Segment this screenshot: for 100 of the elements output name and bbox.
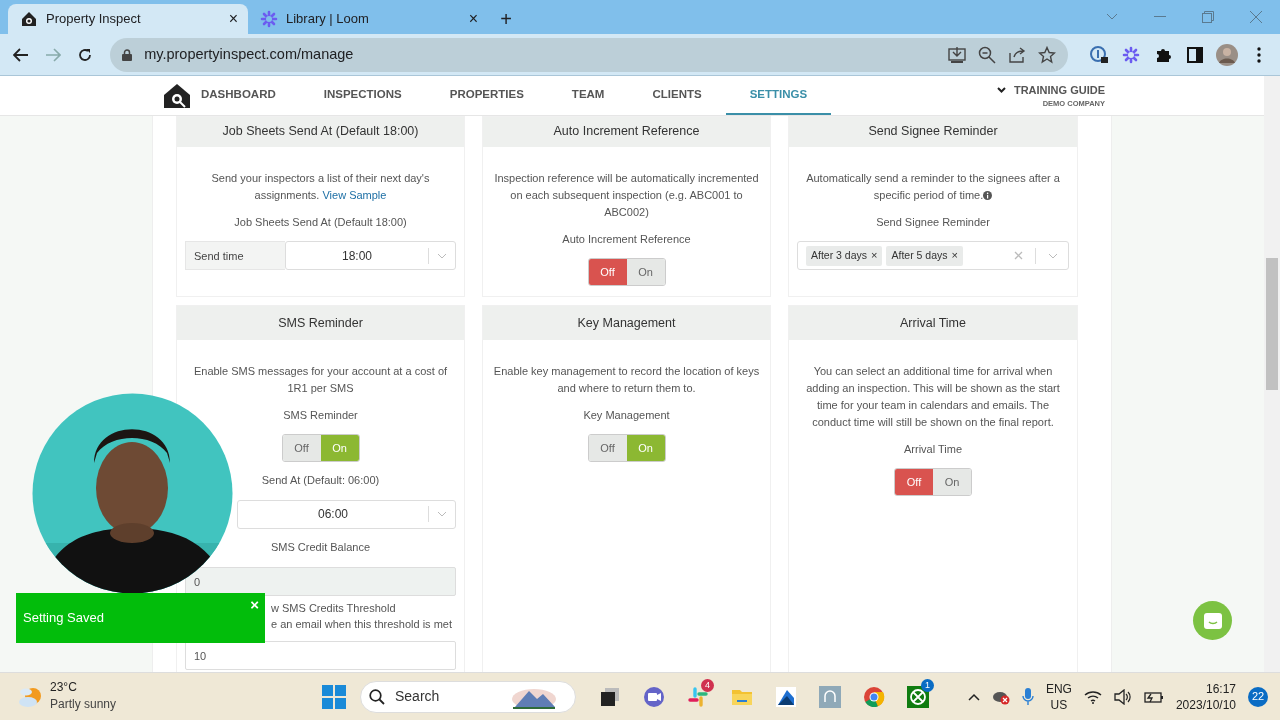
text-input[interactable]: 10 — [185, 641, 456, 671]
toggle-switch[interactable]: Off On — [894, 468, 972, 497]
browser-tab[interactable]: Library | Loom × — [248, 4, 488, 34]
share-icon[interactable] — [1008, 45, 1027, 64]
remove-tag-button[interactable]: × — [951, 250, 958, 262]
address-bar[interactable]: my.propertyinspect.com/manage — [110, 37, 1069, 72]
asterisk-icon — [260, 10, 278, 28]
description: You can select an additional time for arrival when adding an inspection. This will be shown as the start time for your team in calendars and emails. The conduct time will still be shown on the final report. — [806, 364, 1060, 428]
password-icon[interactable] — [1088, 44, 1109, 65]
nav-link[interactable]: CLIENTS — [628, 76, 726, 115]
taskbar-app[interactable]: 1 — [896, 676, 940, 717]
asterisk-icon[interactable] — [1121, 45, 1140, 64]
field-label: e an email when this threshold is met — [271, 620, 452, 630]
tab-title: Property Inspect — [46, 10, 142, 29]
temperature: 23°C — [50, 680, 78, 695]
card-header: Send Signee Reminder — [789, 117, 1077, 147]
menu-icon[interactable] — [1256, 46, 1261, 63]
reload-icon[interactable] — [77, 46, 94, 63]
language-text: US — [1050, 696, 1068, 713]
microphone-icon[interactable] — [1021, 687, 1034, 706]
toast-message: Setting Saved — [23, 609, 104, 628]
remove-tag-button[interactable]: × — [871, 250, 878, 262]
scrollbar-thumb[interactable] — [1266, 258, 1278, 390]
nav-link[interactable]: TEAM — [547, 76, 629, 115]
description: Inspection reference will be automatically incremented on each subsequent inspection (e.g. ABC001 to ABC002) — [494, 171, 759, 218]
date-text: 2023/10/10 — [1175, 696, 1236, 713]
tab-title: Library | Loom — [286, 10, 370, 29]
headset-icon — [819, 685, 841, 708]
chat-icon — [1203, 612, 1222, 629]
new-tab-button[interactable]: + — [488, 4, 524, 34]
tag-label: After 5 days — [891, 247, 948, 263]
window-stack-icon — [599, 685, 621, 708]
nav-link[interactable]: DASHBOARD — [191, 76, 300, 115]
language-text: ENG — [1045, 680, 1072, 697]
video-call-icon — [643, 685, 665, 708]
toggle-switch[interactable]: Off On — [281, 434, 360, 463]
house-logo-icon[interactable] — [163, 82, 191, 109]
description: Automatically send a reminder to the signees after a specific period of time. — [806, 171, 1060, 201]
nav-link[interactable]: PROPERTIES — [425, 76, 548, 115]
zoom-out-icon[interactable] — [978, 45, 997, 64]
card-header: Auto Increment Reference — [483, 117, 770, 147]
search-bar[interactable]: Search — [360, 680, 576, 713]
speaker-icon[interactable] — [1113, 688, 1132, 705]
windows-icon — [322, 684, 346, 709]
card-header: Arrival Time — [789, 306, 1077, 340]
chevron-up-icon[interactable] — [967, 692, 980, 701]
off-option[interactable]: Off — [895, 469, 933, 496]
notification-badge: 1 — [921, 678, 934, 692]
field-label: Send Signee Reminder — [876, 214, 990, 230]
card-header: Job Sheets Send At (Default 18:00) — [177, 117, 464, 147]
weather-text: Partly sunny — [50, 696, 117, 713]
tag-select[interactable]: After 3 days × After 5 days × — [797, 241, 1069, 271]
on-option[interactable]: On — [933, 469, 971, 496]
install-icon[interactable] — [948, 45, 967, 64]
caret-icon[interactable] — [996, 86, 1006, 93]
close-button[interactable]: × — [468, 7, 478, 31]
close-button[interactable]: × — [228, 7, 238, 31]
toggle-switch[interactable]: Off On — [587, 434, 666, 463]
browser-icon — [863, 685, 885, 708]
taskbar-app[interactable]: 4 — [676, 676, 720, 717]
search-icon — [369, 688, 385, 705]
off-option[interactable]: Off — [282, 435, 321, 462]
nav-link[interactable]: INSPECTIONS — [299, 76, 426, 115]
field-label: Auto Increment Reference — [562, 231, 691, 247]
address-text: my.propertyinspect.com/manage — [144, 44, 355, 64]
field-label: SMS Credit Balance — [270, 539, 370, 555]
scrollbar[interactable] — [1264, 76, 1280, 672]
back-icon[interactable] — [13, 47, 29, 62]
field-label: Arrival Time — [903, 441, 963, 457]
card-header: SMS Reminder — [177, 306, 464, 340]
off-option[interactable]: Off — [588, 259, 627, 285]
language-indicator[interactable]: ENG US — [1045, 680, 1072, 713]
account-name[interactable]: TRAINING GUIDE — [1013, 81, 1105, 99]
wifi-icon[interactable] — [1083, 689, 1102, 704]
time-select[interactable]: 18:00 — [285, 241, 456, 271]
store-icon — [775, 685, 797, 708]
star-icon[interactable] — [1038, 45, 1057, 64]
description: Enable SMS messages for your account at a cost of 1R1 per SMS — [193, 364, 448, 394]
field-label: Key Management — [583, 407, 670, 423]
time-select[interactable]: 06:00 — [237, 499, 456, 529]
view-sample-link[interactable]: View Sample — [322, 188, 387, 201]
toggle-switch[interactable]: Off On — [587, 258, 666, 286]
input-addon: Send time — [185, 241, 285, 271]
avatar-icon[interactable] — [1215, 43, 1238, 66]
card-header: Key Management — [483, 306, 770, 340]
battery-icon[interactable] — [1143, 689, 1164, 704]
field-label: SMS Reminder — [283, 407, 358, 423]
browser-tab[interactable]: Property Inspect × — [8, 4, 248, 34]
tag-label: After 3 days — [811, 247, 868, 263]
house-icon — [20, 10, 38, 28]
off-option[interactable]: Off — [588, 435, 627, 462]
notification-badge[interactable]: 22 — [1248, 686, 1268, 707]
clock[interactable]: 16:17 2023/10/10 — [1175, 680, 1236, 713]
description: Send your inspectors a list of their next day's assignments. View Sample — [211, 171, 430, 201]
lock-icon — [122, 48, 133, 61]
notification-badge: 4 — [701, 678, 714, 692]
side-panel-icon[interactable] — [1186, 46, 1203, 63]
search-field[interactable]: Search — [393, 685, 503, 708]
on-option[interactable]: On — [626, 259, 665, 285]
field-label: Send At (Default: 06:00) — [261, 473, 380, 489]
